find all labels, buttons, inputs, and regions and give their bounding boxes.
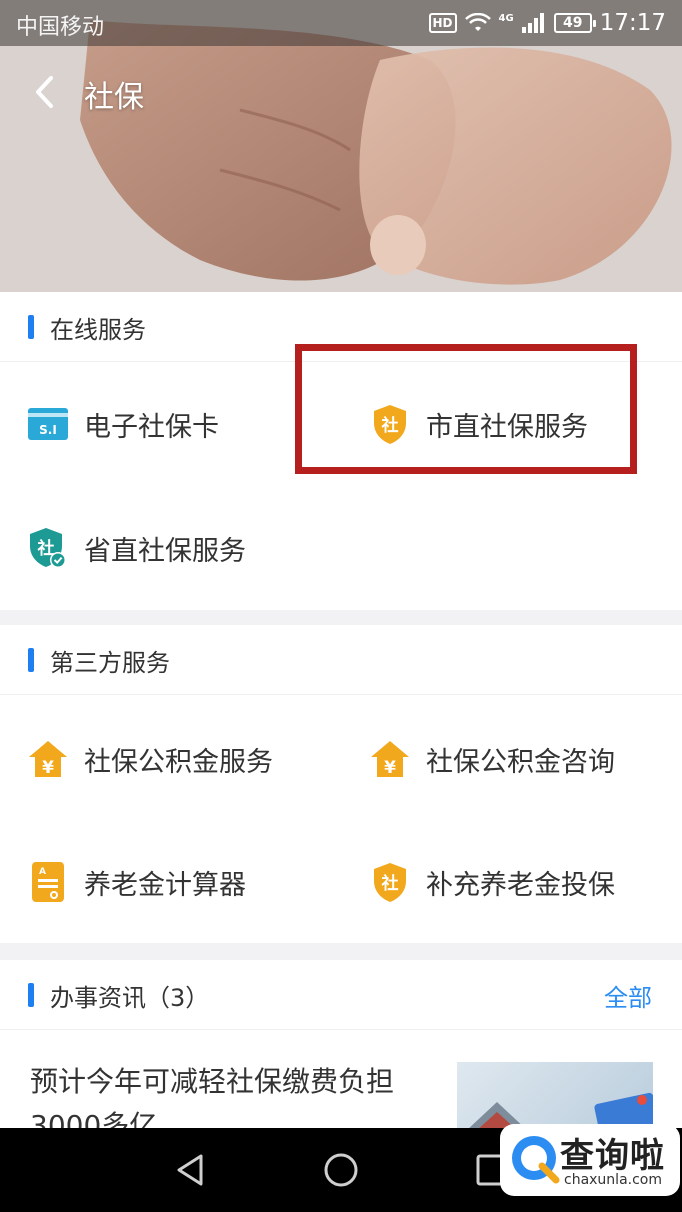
news-section: 办事资讯（3） 全部 预计今年可减轻社保缴费负担3000多亿 — [0, 960, 682, 1142]
back-button[interactable] — [24, 70, 64, 114]
page-title: 社保 — [84, 80, 144, 115]
service-item-province-social-security[interactable]: 社 省直社保服务 — [26, 508, 246, 588]
carrier-name: 中国移动 — [16, 15, 105, 40]
she-shield-icon: 社 — [368, 860, 412, 904]
svg-text:S.I: S.I — [39, 423, 57, 437]
wifi-icon — [464, 13, 491, 31]
status-icons: HD 4G 49 17:17 — [428, 8, 666, 38]
service-label: 社保公积金咨询 — [426, 746, 615, 778]
yuan-house-icon: ¥ — [26, 737, 70, 781]
watermark-brand: 查询啦 — [560, 1136, 665, 1176]
section-header: 办事资讯（3） 全部 — [0, 960, 682, 1030]
battery-icon: 49 — [553, 13, 596, 33]
watermark-logo-icon — [512, 1136, 560, 1184]
service-item-pension-calculator[interactable]: A 养老金计算器 — [26, 842, 246, 922]
section-header: 第三方服务 — [0, 625, 682, 695]
network-type-label: 4G — [498, 12, 514, 24]
service-label: 补充养老金投保 — [426, 869, 615, 901]
she-shield-verified-icon: 社 — [26, 526, 70, 570]
third-party-services-section: 第三方服务 ¥ 社保公积金服务 ¥ 社保公积金咨询 A 养老金计算器 社 补充养… — [0, 625, 682, 943]
signal-icon — [521, 13, 544, 33]
service-item-fund-consult[interactable]: ¥ 社保公积金咨询 — [368, 719, 615, 799]
svg-text:社: 社 — [381, 873, 399, 894]
section-title: 办事资讯（3） — [50, 984, 210, 1012]
service-item-fund-service[interactable]: ¥ 社保公积金服务 — [26, 719, 273, 799]
chevron-left-icon — [36, 76, 53, 108]
service-label: 养老金计算器 — [84, 869, 246, 901]
service-item-e-card[interactable]: S.I 电子社保卡 — [26, 384, 219, 464]
service-label: 省直社保服务 — [84, 535, 246, 567]
clock: 17:17 — [599, 10, 666, 36]
section-title: 在线服务 — [50, 316, 146, 344]
section-accent-bar — [28, 315, 34, 339]
section-accent-bar — [28, 648, 34, 672]
hd-icon: HD — [428, 13, 457, 33]
section-title: 第三方服务 — [50, 649, 170, 677]
service-label: 社保公积金服务 — [84, 746, 273, 778]
watermark-domain: chaxunla.com — [564, 1172, 662, 1188]
calculator-doc-icon: A — [26, 860, 70, 904]
header-banner: 中国移动 HD 4G 49 17:17 社保 — [0, 0, 682, 292]
svg-text:A: A — [39, 867, 46, 877]
highlight-annotation-box — [295, 344, 637, 474]
si-card-icon: S.I — [26, 402, 70, 446]
section-accent-bar — [28, 983, 34, 1007]
view-all-link[interactable]: 全部 — [604, 978, 652, 1013]
nav-back-icon[interactable] — [171, 1150, 211, 1190]
service-label: 电子社保卡 — [84, 411, 219, 443]
svg-text:¥: ¥ — [42, 758, 54, 778]
status-bar: 中国移动 HD 4G 49 17:17 — [0, 0, 682, 46]
news-thumbnail[interactable] — [457, 1062, 653, 1130]
svg-text:¥: ¥ — [384, 758, 396, 778]
service-item-supplementary-pension[interactable]: 社 补充养老金投保 — [368, 842, 615, 922]
online-services-section: 在线服务 S.I 电子社保卡 社 市直社保服务 社 省直社保服务 — [0, 292, 682, 610]
nav-home-icon[interactable] — [321, 1150, 361, 1190]
watermark: 查询啦 chaxunla.com — [500, 1124, 680, 1196]
yuan-house-icon: ¥ — [368, 737, 412, 781]
